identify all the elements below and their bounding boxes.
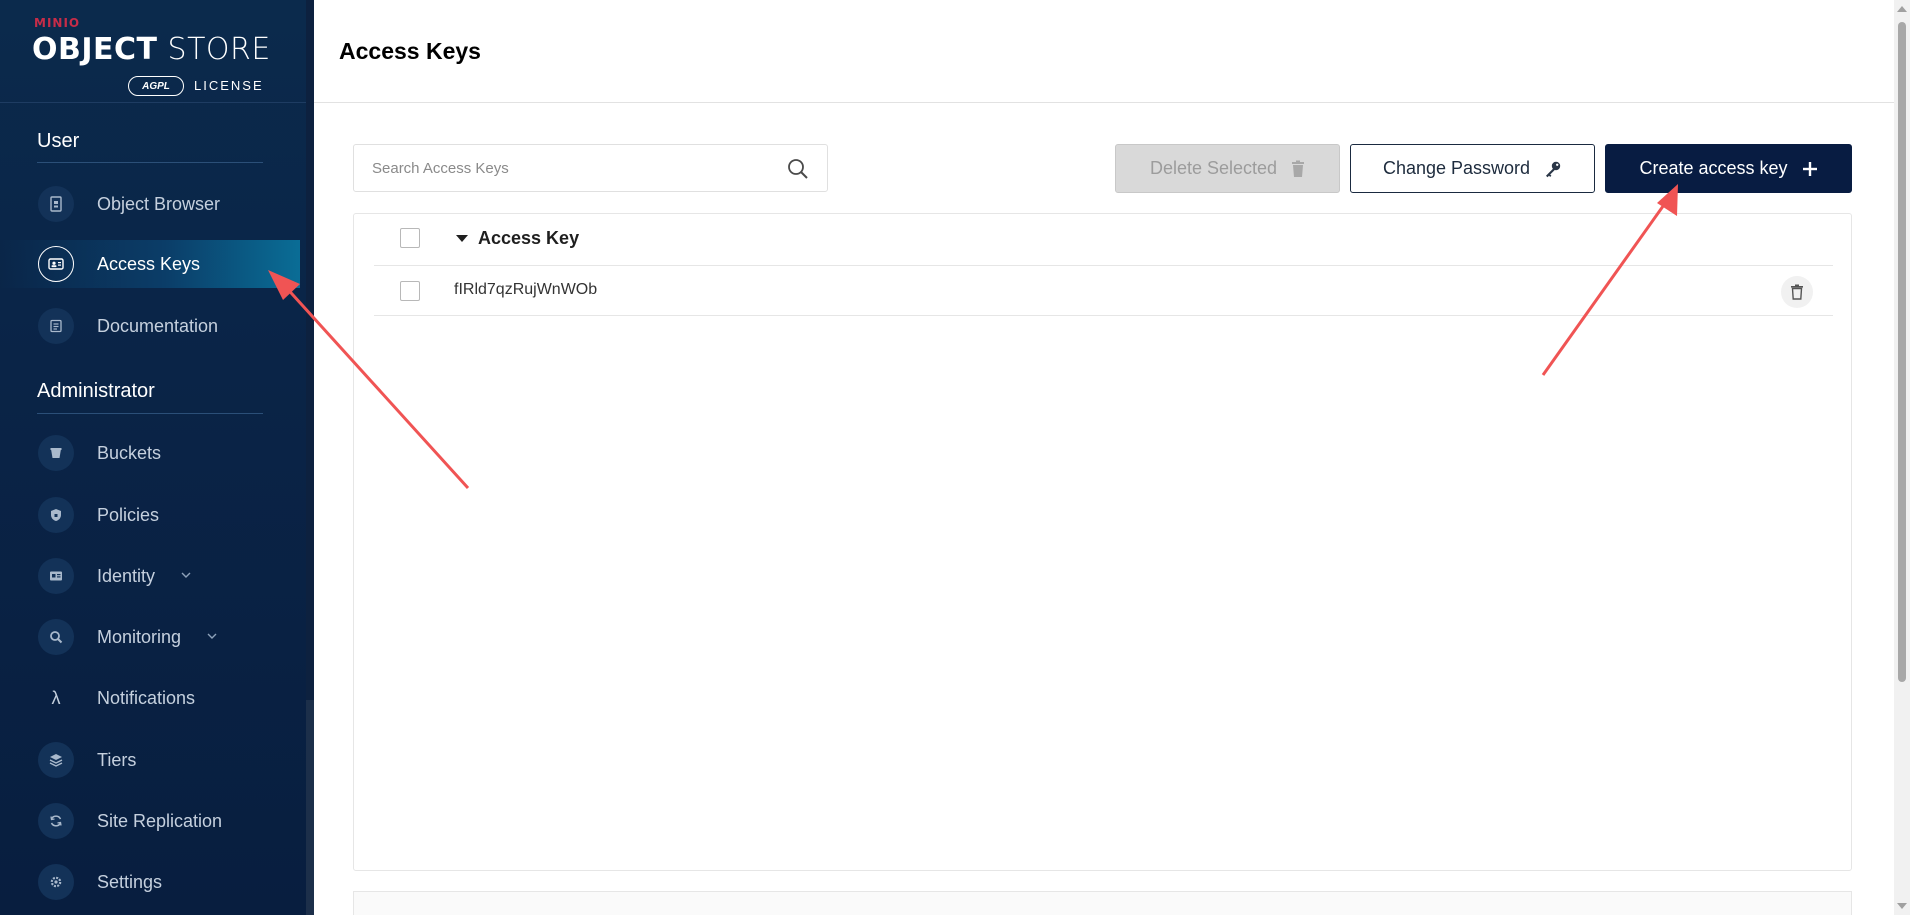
page-header: Access Keys [314,0,1894,103]
create-access-key-button[interactable]: Create access key [1605,144,1852,193]
column-header-access-key[interactable]: Access Key [456,228,579,249]
access-keys-table: Access Key fIRld7qzRujWnWOb [353,213,1852,871]
sidebar-item-site-replication[interactable]: Site Replication [0,797,300,845]
identity-card-icon [38,558,74,594]
sidebar-item-label: Documentation [97,315,219,336]
sort-desc-icon [456,235,468,242]
sidebar-item-buckets[interactable]: Buckets [0,429,300,477]
trash-icon [1791,284,1803,300]
documentation-icon [38,308,74,344]
search-box[interactable] [353,144,828,192]
sidebar-item-label: Policies [97,504,160,525]
sidebar-item-documentation[interactable]: Documentation [0,302,300,350]
divider [0,102,306,103]
layers-icon [38,742,74,778]
refresh-icon [38,803,74,839]
page-scrollbar[interactable] [1894,0,1910,915]
magnifier-icon [38,619,74,655]
section-title-user: User [37,130,80,152]
key-icon [1544,160,1562,178]
sidebar-item-label: Notifications [97,687,196,708]
sidebar-item-label: Tiers [97,749,137,770]
change-password-label: Change Password [1382,158,1531,178]
sidebar: MINIO OBJECT STORE AGPL LICENSE User Obj… [0,0,306,915]
create-access-key-label: Create access key [1639,158,1788,178]
chevron-down-icon[interactable] [207,631,217,643]
object-browser-icon [38,186,74,222]
sidebar-item-notifications[interactable]: λ Notifications [0,674,300,722]
column-header-label: Access Key [478,228,580,248]
sidebar-item-label: Monitoring [97,626,182,647]
sidebar-item-settings[interactable]: Settings [0,858,300,906]
plus-icon [1802,161,1818,177]
sidebar-item-label: Access Keys [97,253,201,274]
sidebar-item-monitoring[interactable]: Monitoring [0,613,300,661]
sidebar-item-access-keys[interactable]: Access Keys [0,240,300,288]
sidebar-item-tiers[interactable]: Tiers [0,736,300,784]
sidebar-item-label: Buckets [97,442,162,463]
brand-license-label: LICENSE [194,78,264,93]
table-header: Access Key [374,214,1833,266]
table-footer [353,891,1852,915]
section-title-administrator: Administrator [37,380,155,402]
table-row[interactable]: fIRld7qzRujWnWOb [374,266,1833,316]
main-content: Access Keys Delete Selected Change Passw… [314,0,1894,915]
access-key-cell: fIRld7qzRujWnWOb [454,281,598,298]
delete-selected-button[interactable]: Delete Selected [1115,144,1340,193]
chevron-down-icon[interactable] [181,570,191,582]
scroll-down-arrow-icon[interactable] [1897,903,1907,909]
brand-agpl-badge: AGPL [128,76,184,96]
brand-logo[interactable]: MINIO OBJECT STORE AGPL LICENSE [32,14,272,96]
sidebar-item-label: Identity [97,565,156,586]
page-title: Access Keys [339,38,481,64]
select-all-checkbox[interactable] [400,228,420,248]
trash-icon [1291,160,1305,178]
lambda-icon: λ [51,687,61,708]
search-icon[interactable] [787,158,809,180]
brand-product-name: OBJECT STORE [32,32,271,67]
sidebar-item-label: Site Replication [97,810,223,831]
bucket-icon [38,435,74,471]
sidebar-item-identity[interactable]: Identity [0,552,300,600]
shield-icon [38,497,74,533]
sidebar-item-object-browser[interactable]: Object Browser [0,180,300,228]
delete-selected-label: Delete Selected [1149,158,1278,178]
row-select-checkbox[interactable] [400,281,420,301]
sidebar-item-label: Settings [97,871,163,892]
divider [37,162,263,163]
page-scrollbar-thumb[interactable] [1898,22,1906,682]
sidebar-item-label: Object Browser [97,193,221,214]
access-keys-icon [38,246,74,282]
gear-icon [38,864,74,900]
sidebar-scrollbar-thumb[interactable] [306,0,314,700]
brand-minio-wordmark: MINIO [34,16,81,30]
search-input[interactable] [372,145,772,191]
divider [37,413,263,414]
sidebar-item-policies[interactable]: Policies [0,491,300,539]
scroll-up-arrow-icon[interactable] [1897,6,1907,12]
change-password-button[interactable]: Change Password [1350,144,1595,193]
row-delete-button[interactable] [1781,276,1813,308]
